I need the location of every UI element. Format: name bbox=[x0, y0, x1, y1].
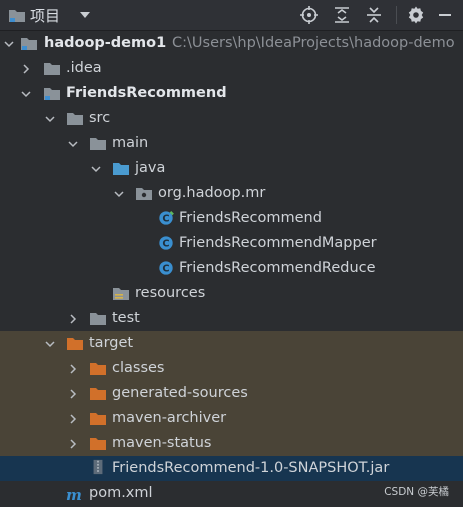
expand-all-icon[interactable] bbox=[332, 5, 352, 25]
tree-item-test[interactable]: test bbox=[0, 306, 463, 331]
chevron-down-icon[interactable] bbox=[113, 188, 125, 200]
chevron-right-icon[interactable] bbox=[67, 313, 79, 325]
excluded-folder-icon bbox=[90, 388, 106, 400]
svg-text:C: C bbox=[162, 264, 169, 275]
tree-item-label: main bbox=[112, 135, 149, 151]
tree-item-label: FriendsRecommend bbox=[179, 210, 322, 226]
chevron-right-icon[interactable] bbox=[20, 63, 32, 75]
toolbar-separator bbox=[396, 6, 397, 24]
package-icon bbox=[136, 188, 152, 200]
idea-name: idea bbox=[70, 60, 102, 76]
project-tree: hadoop-demo1 C:\Users\hp\IdeaProjects\ha… bbox=[0, 31, 463, 507]
folder-icon bbox=[44, 63, 60, 75]
chevron-down-icon[interactable] bbox=[44, 113, 56, 125]
tree-item-generated-sources[interactable]: generated-sources bbox=[0, 381, 463, 406]
jar-file-icon bbox=[93, 459, 103, 475]
module-folder-icon bbox=[44, 88, 60, 100]
tree-item-root[interactable]: hadoop-demo1 C:\Users\hp\IdeaProjects\ha… bbox=[0, 31, 463, 56]
tree-item-classes-folder[interactable]: classes bbox=[0, 356, 463, 381]
tree-item-idea[interactable]: .idea bbox=[0, 56, 463, 81]
tree-item-label: org.hadoop.mr bbox=[158, 185, 266, 201]
chevron-right-icon[interactable] bbox=[67, 438, 79, 450]
folder-icon bbox=[90, 138, 106, 150]
tree-item-label: resources bbox=[135, 285, 206, 301]
svg-text:C: C bbox=[162, 214, 169, 225]
tree-item-label: FriendsRecommend bbox=[66, 85, 227, 101]
folder-icon bbox=[90, 313, 106, 325]
source-folder-icon bbox=[113, 163, 129, 175]
tree-item-maven-status[interactable]: maven-status bbox=[0, 431, 463, 456]
chevron-down-icon[interactable] bbox=[67, 138, 79, 150]
gear-icon[interactable] bbox=[406, 5, 426, 25]
tree-item-package[interactable]: org.hadoop.mr bbox=[0, 181, 463, 206]
folder-icon bbox=[9, 10, 25, 22]
maven-icon: m bbox=[66, 486, 82, 502]
tree-item-label: maven-status bbox=[112, 435, 212, 451]
tree-item-label: hadoop-demo1 bbox=[44, 35, 167, 51]
tree-item-target[interactable]: target bbox=[0, 331, 463, 356]
excluded-folder-icon bbox=[67, 338, 83, 350]
java-class-icon: C bbox=[159, 236, 173, 250]
minimize-icon[interactable] bbox=[435, 5, 455, 25]
tree-item-module[interactable]: FriendsRecommend bbox=[0, 81, 463, 106]
chevron-right-icon[interactable] bbox=[67, 388, 79, 400]
tree-item-jar[interactable]: FriendsRecommend-1.0-SNAPSHOT.jar bbox=[0, 456, 463, 481]
tree-item-label: java bbox=[135, 160, 166, 176]
tree-item-java[interactable]: java bbox=[0, 156, 463, 181]
tree-item-class[interactable]: C FriendsRecommend bbox=[0, 206, 463, 231]
tool-window-title: 项目 bbox=[30, 7, 61, 25]
chevron-down-icon[interactable] bbox=[20, 88, 32, 100]
tree-item-label: pom.xml bbox=[89, 485, 153, 501]
tree-item-label: src bbox=[89, 110, 111, 126]
resources-folder-icon bbox=[113, 288, 129, 300]
tree-item-class[interactable]: C FriendsRecommendMapper bbox=[0, 231, 463, 256]
tool-window-header: 项目 bbox=[0, 0, 463, 31]
collapse-all-icon[interactable] bbox=[364, 5, 384, 25]
watermark: CSDN @芙橘 bbox=[384, 486, 449, 498]
tree-item-label: generated-sources bbox=[112, 385, 248, 401]
tree-item-label: test bbox=[112, 310, 140, 326]
tree-item-label: FriendsRecommendMapper bbox=[179, 235, 377, 251]
chevron-down-icon[interactable] bbox=[79, 10, 91, 20]
module-folder-icon bbox=[21, 38, 37, 50]
tree-item-label: .idea bbox=[66, 56, 102, 81]
tree-item-class[interactable]: C FriendsRecommendReduce bbox=[0, 256, 463, 281]
chevron-down-icon[interactable] bbox=[90, 163, 102, 175]
chevron-down-icon[interactable] bbox=[44, 338, 56, 350]
chevron-right-icon[interactable] bbox=[67, 363, 79, 375]
tree-item-label: maven-archiver bbox=[112, 410, 227, 426]
chevron-right-icon[interactable] bbox=[67, 413, 79, 425]
tree-item-label: FriendsRecommendReduce bbox=[179, 260, 376, 276]
excluded-folder-icon bbox=[90, 363, 106, 375]
tree-item-main[interactable]: main bbox=[0, 131, 463, 156]
excluded-folder-icon bbox=[90, 438, 106, 450]
tree-item-label: target bbox=[89, 335, 134, 351]
project-tool-window: 项目 hadoop-demo1 C:\Users\hp\IdeaProjects… bbox=[0, 0, 463, 507]
tree-item-label: FriendsRecommend-1.0-SNAPSHOT.jar bbox=[112, 460, 390, 476]
project-path: C:\Users\hp\IdeaProjects\hadoop-demo bbox=[172, 35, 455, 51]
tree-item-src[interactable]: src bbox=[0, 106, 463, 131]
folder-icon bbox=[67, 113, 83, 125]
java-class-icon: C bbox=[159, 261, 173, 275]
svg-text:m: m bbox=[66, 486, 82, 502]
svg-text:C: C bbox=[162, 239, 169, 250]
locate-icon[interactable] bbox=[299, 5, 319, 25]
tree-item-maven-archiver[interactable]: maven-archiver bbox=[0, 406, 463, 431]
tree-item-resources[interactable]: resources bbox=[0, 281, 463, 306]
excluded-folder-icon bbox=[90, 413, 106, 425]
chevron-down-icon[interactable] bbox=[3, 38, 15, 50]
java-class-icon: C bbox=[159, 210, 174, 225]
tree-item-label: classes bbox=[112, 360, 165, 376]
